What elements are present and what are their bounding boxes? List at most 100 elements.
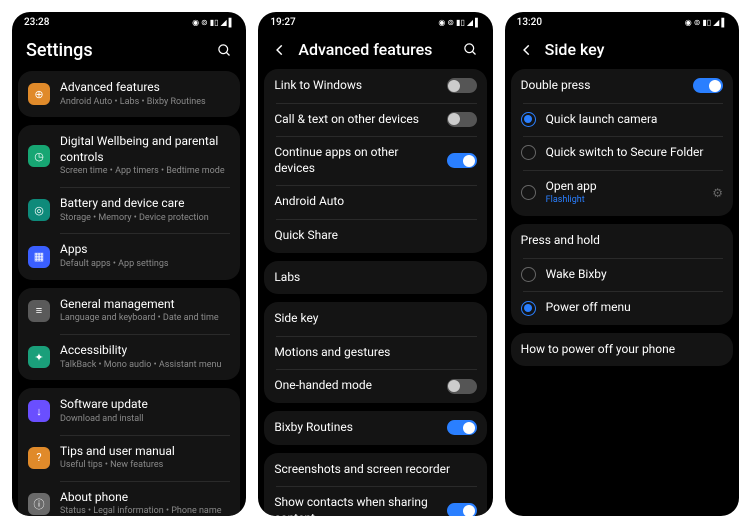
settings-row[interactable]: ✦ AccessibilityTalkBack • Mono audio • As… [18, 334, 240, 380]
row-icon: ▦ [28, 246, 50, 268]
status-icons: ◉ ⊚ ▮▯ ◢ ▌ [438, 18, 480, 27]
settings-row[interactable]: One-handed mode [264, 369, 486, 403]
status-bar: 23:28 ◉ ⊚ ▮▯ ◢ ▌ [12, 12, 246, 32]
row-icon: ⊕ [28, 83, 50, 105]
row-title: Android Auto [274, 194, 476, 210]
section-label: Press and hold [521, 233, 723, 249]
header: Advanced features [258, 32, 492, 69]
settings-row[interactable]: Bixby Routines [264, 411, 486, 445]
toggle-switch[interactable] [447, 420, 477, 435]
row-icon: ↓ [28, 400, 50, 422]
section-label: Double press [521, 78, 683, 94]
row-title: Quick launch camera [546, 112, 723, 128]
row-title: One-handed mode [274, 378, 436, 394]
row-subtitle: Download and install [60, 414, 230, 426]
section-header: Press and hold [511, 224, 733, 258]
settings-group: Labs [264, 261, 486, 295]
settings-row[interactable]: Show contacts when sharing content [264, 486, 486, 516]
toggle-switch[interactable] [693, 78, 723, 93]
settings-group: Double press Quick launch camera Quick swi… [511, 69, 733, 216]
settings-row[interactable]: Link to Windows [264, 69, 486, 103]
toggle-switch[interactable] [447, 379, 477, 394]
settings-row[interactable]: Motions and gestures [264, 336, 486, 370]
clock: 13:20 [517, 17, 542, 28]
toggle-switch[interactable] [447, 78, 477, 93]
radio-button[interactable] [521, 112, 536, 127]
search-icon[interactable] [216, 43, 232, 59]
settings-screen: 23:28 ◉ ⊚ ▮▯ ◢ ▌ Settings ⊕Advanced feat… [12, 12, 246, 516]
option-row[interactable]: Power off menu [511, 291, 733, 325]
settings-row[interactable]: ▦AppsDefault apps • App settings [18, 233, 240, 279]
row-subtitle: Useful tips • New features [60, 460, 230, 472]
header: Side key [505, 32, 739, 69]
row-title: Motions and gestures [274, 345, 476, 361]
settings-group: Bixby Routines [264, 411, 486, 445]
side-key-screen: 13:20 ◉ ⊚ ▮▯ ◢ ▌ Side key Double press Qu… [505, 12, 739, 516]
row-subtitle: TalkBack • Mono audio • Assistant menu [60, 360, 230, 372]
row-title: Side key [274, 311, 476, 327]
toggle-switch[interactable] [447, 112, 477, 127]
row-title: How to power off your phone [521, 342, 723, 358]
row-title: Screenshots and screen recorder [274, 462, 476, 478]
row-title: About phone [60, 490, 230, 506]
option-row[interactable]: Quick switch to Secure Folder [511, 136, 733, 170]
row-title: Accessibility [60, 343, 230, 359]
row-title: Labs [274, 270, 476, 286]
toggle-switch[interactable] [447, 153, 477, 168]
settings-row[interactable]: ?Tips and user manualUseful tips • New f… [18, 435, 240, 481]
row-subtitle: Screen time • App timers • Bedtime mode [60, 166, 230, 178]
row-title: Power off menu [546, 300, 723, 316]
back-icon[interactable] [272, 42, 288, 58]
row-title: Link to Windows [274, 78, 436, 94]
settings-row[interactable]: Call & text on other devices [264, 103, 486, 137]
settings-group: ≡General managementLanguage and keyboard… [18, 288, 240, 381]
status-bar: 19:27 ◉ ⊚ ▮▯ ◢ ▌ [258, 12, 492, 32]
settings-row[interactable]: Quick Share [264, 219, 486, 253]
settings-group: ↓Software updateDownload and install?Tip… [18, 388, 240, 516]
option-row[interactable]: How to power off your phone [511, 333, 733, 367]
row-icon: ◷ [28, 145, 50, 167]
clock: 19:27 [270, 17, 295, 28]
radio-button[interactable] [521, 185, 536, 200]
settings-group: ◷Digital Wellbeing and parental controls… [18, 125, 240, 279]
advanced-features-screen: 19:27 ◉ ⊚ ▮▯ ◢ ▌ Advanced features Link … [258, 12, 492, 516]
settings-row[interactable]: ≡General managementLanguage and keyboard… [18, 288, 240, 334]
row-subtitle: Default apps • App settings [60, 259, 230, 271]
settings-row[interactable]: ⊕Advanced featuresAndroid Auto • Labs • … [18, 71, 240, 117]
status-bar: 13:20 ◉ ⊚ ▮▯ ◢ ▌ [505, 12, 739, 32]
row-title: Continue apps on other devices [274, 145, 436, 176]
page-title: Settings [26, 40, 206, 61]
settings-row[interactable]: Screenshots and screen recorder [264, 453, 486, 487]
toggle-switch[interactable] [447, 503, 477, 516]
settings-row[interactable]: ◎Battery and device careStorage • Memory… [18, 187, 240, 233]
settings-row[interactable]: ↓Software updateDownload and install [18, 388, 240, 434]
radio-button[interactable] [521, 267, 536, 282]
option-row[interactable]: Open appFlashlight⚙ [511, 170, 733, 216]
radio-button[interactable] [521, 301, 536, 316]
page-title: Advanced features [298, 40, 452, 59]
row-icon: ⓘ [28, 493, 50, 515]
settings-row[interactable]: Continue apps on other devices [264, 136, 486, 185]
section-header: Double press [511, 69, 733, 103]
search-icon[interactable] [463, 42, 479, 58]
option-row[interactable]: Wake Bixby [511, 258, 733, 292]
back-icon[interactable] [519, 42, 535, 58]
row-title: Battery and device care [60, 196, 230, 212]
radio-button[interactable] [521, 145, 536, 160]
row-icon: ◎ [28, 199, 50, 221]
option-row[interactable]: Quick launch camera [511, 103, 733, 137]
settings-group: Link to Windows Call & text on other devi… [264, 69, 486, 253]
gear-icon[interactable]: ⚙ [712, 186, 723, 200]
row-title: Open app [546, 179, 703, 195]
settings-row[interactable]: Android Auto [264, 185, 486, 219]
settings-row[interactable]: ◷Digital Wellbeing and parental controls… [18, 125, 240, 187]
settings-row[interactable]: Side key [264, 302, 486, 336]
row-title: Wake Bixby [546, 267, 723, 283]
settings-row[interactable]: ⓘAbout phoneStatus • Legal information •… [18, 481, 240, 516]
row-icon: ✦ [28, 346, 50, 368]
row-title: Quick Share [274, 228, 476, 244]
settings-group: How to power off your phone [511, 333, 733, 367]
row-icon: ≡ [28, 300, 50, 322]
settings-row[interactable]: Labs [264, 261, 486, 295]
row-title: Call & text on other devices [274, 112, 436, 128]
